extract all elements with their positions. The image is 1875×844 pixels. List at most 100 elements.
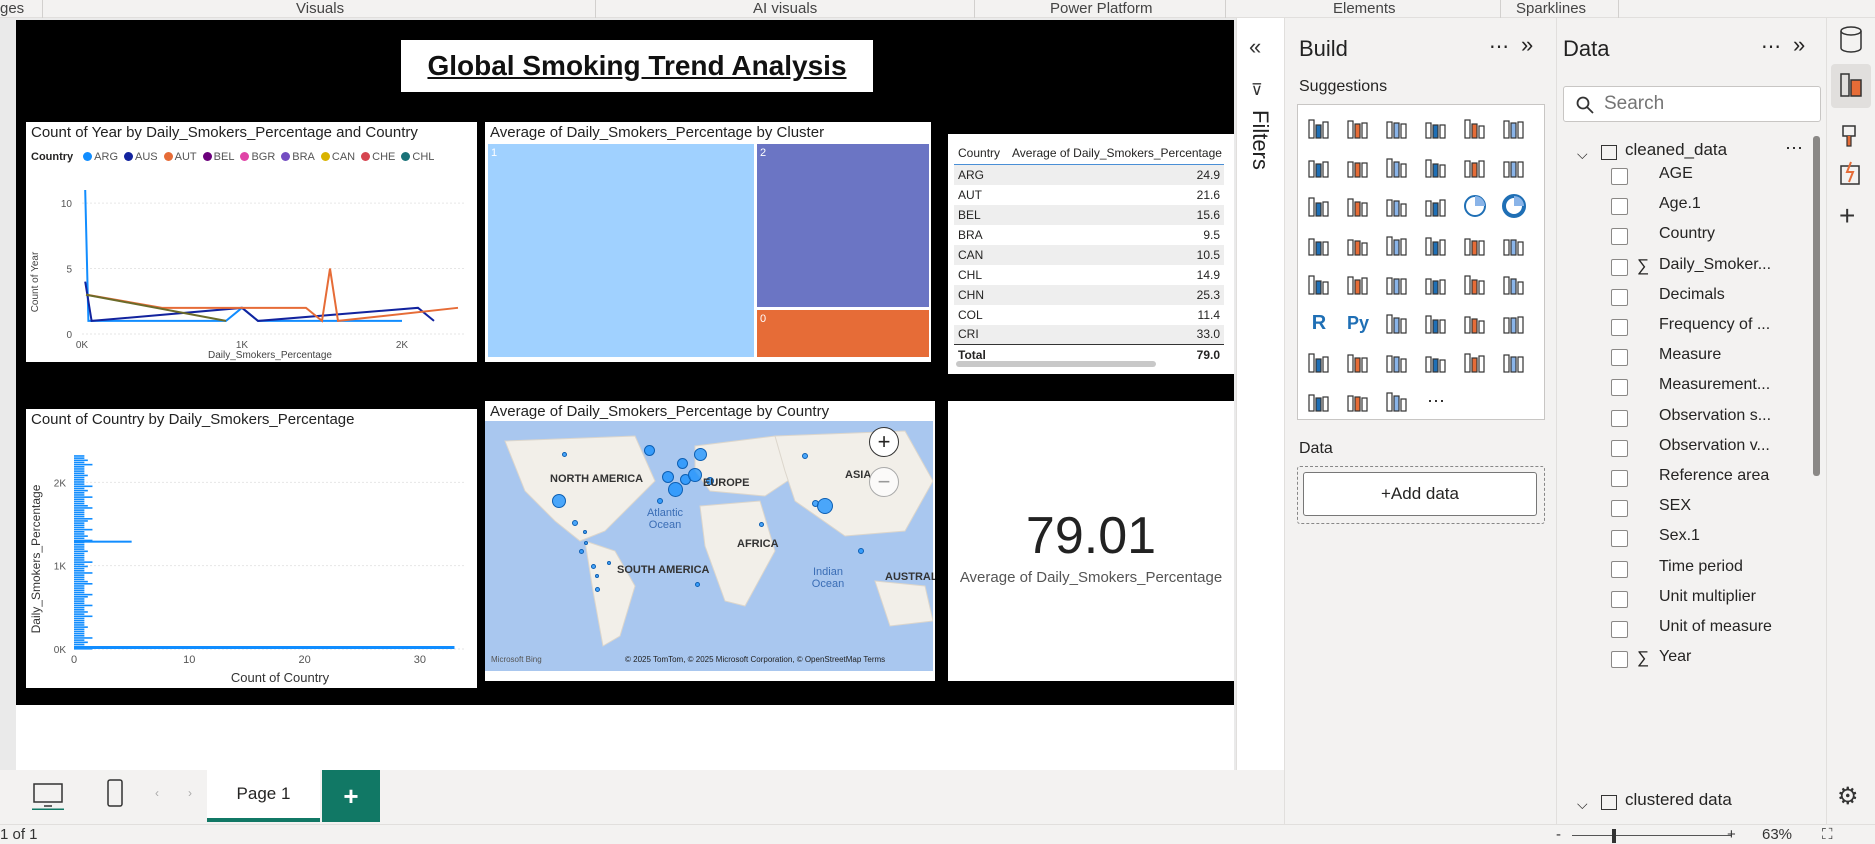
stacked-area-visual-icon[interactable] <box>1382 152 1412 182</box>
line-column-visual-icon[interactable] <box>1460 152 1490 182</box>
shape-map-visual-icon[interactable] <box>1421 230 1451 260</box>
map-bubble[interactable] <box>693 447 707 461</box>
more-b-visual-icon[interactable] <box>1499 347 1529 377</box>
search-input[interactable] <box>1604 92 1804 116</box>
desktop-layout-icon[interactable] <box>32 782 64 812</box>
python-visual-visual-icon[interactable]: Py <box>1343 308 1373 338</box>
decomposition-tree-visual-icon[interactable] <box>1421 308 1451 338</box>
area-visual-icon[interactable] <box>1343 152 1373 182</box>
table-horizontal-scrollbar[interactable] <box>956 361 1156 367</box>
r-visual-visual-icon[interactable]: R <box>1304 308 1334 338</box>
bar-chart-visual[interactable]: Count of Country by Daily_Smokers_Percen… <box>26 409 477 688</box>
zoom-in-status-icon[interactable]: + <box>1727 826 1736 843</box>
filled-map-visual-icon[interactable] <box>1382 230 1412 260</box>
table-row[interactable]: CHN 25.3 <box>954 284 1224 305</box>
table2-expand-icon[interactable]: ⌵ <box>1577 796 1588 813</box>
format-brush-icon[interactable] <box>1837 122 1865 150</box>
filters-pane-collapsed[interactable]: « ⊽ Filters <box>1236 18 1284 770</box>
filters-label[interactable]: Filters <box>1247 110 1273 170</box>
goals-visual-icon[interactable] <box>1304 347 1334 377</box>
key-influencers-visual-icon[interactable] <box>1382 308 1412 338</box>
table-visual-icon[interactable] <box>1460 269 1490 299</box>
add-page-button[interactable]: + <box>322 770 380 822</box>
stacked-bar-visual-icon[interactable] <box>1304 113 1334 143</box>
line-clustered-column-visual-icon[interactable] <box>1499 152 1529 182</box>
100-area-visual-icon[interactable] <box>1421 152 1451 182</box>
map-bubble[interactable] <box>583 530 587 534</box>
clustered-column-visual-icon[interactable] <box>1421 113 1451 143</box>
search-box[interactable] <box>1563 86 1821 122</box>
treemap-cell-0[interactable]: 0 <box>757 310 929 357</box>
build-collapse-icon[interactable]: » <box>1521 32 1533 58</box>
data-pane-toggle-icon[interactable] <box>1839 26 1863 54</box>
fit-to-page-icon[interactable]: ⛶ <box>1822 826 1833 843</box>
ribbon-group-ai-visuals[interactable]: AI visuals <box>753 0 817 18</box>
map-bubble[interactable] <box>590 563 596 569</box>
matrix-visual-icon[interactable] <box>1499 269 1529 299</box>
map-bubble[interactable] <box>676 457 688 469</box>
line-chart-visual[interactable]: Count of Year by Daily_Smokers_Percentag… <box>26 122 477 362</box>
field-checkbox[interactable] <box>1611 168 1628 185</box>
ribbon-group-sparklines[interactable]: Sparklines <box>1516 0 1586 18</box>
power-apps-visual-icon[interactable] <box>1382 347 1412 377</box>
map-canvas[interactable]: NORTH AMERICA EUROPE ASIA AFRICA SOUTH A… <box>485 421 935 671</box>
100-column-visual-icon[interactable] <box>1499 113 1529 143</box>
next-page-icon[interactable]: › <box>188 786 192 800</box>
zoom-out-status-icon[interactable]: - <box>1556 826 1561 843</box>
field-checkbox[interactable] <box>1611 198 1628 216</box>
field-checkbox[interactable] <box>1611 409 1628 427</box>
funnel-visual-icon[interactable] <box>1382 191 1412 221</box>
prev-page-icon[interactable]: ‹ <box>155 786 159 800</box>
custom-b-visual-icon[interactable] <box>1343 386 1373 416</box>
more-visuals-visual-icon[interactable]: ⋯ <box>1421 386 1451 416</box>
100-bar-visual-icon[interactable] <box>1460 113 1490 143</box>
field-checkbox[interactable] <box>1611 349 1628 367</box>
ribbon-group-elements[interactable]: Elements <box>1333 0 1396 18</box>
map-bubble[interactable] <box>572 520 578 526</box>
table-name-clustered-data[interactable]: clustered data <box>1625 790 1732 810</box>
table-row[interactable]: AUT 21.6 <box>954 185 1224 205</box>
map-bubble[interactable] <box>667 481 683 497</box>
table-header-average[interactable]: Average of Daily_Smokers_Percentage <box>1008 142 1224 165</box>
map-bubble[interactable] <box>561 451 567 457</box>
table-row[interactable]: ARG 24.9 <box>954 164 1224 185</box>
map-bubble[interactable] <box>552 494 566 508</box>
table-row[interactable]: CRI 33.0 <box>954 324 1224 345</box>
field-checkbox[interactable] <box>1611 530 1628 548</box>
map-bubble[interactable] <box>643 444 655 456</box>
ribbon-group-pages[interactable]: ges <box>0 0 24 18</box>
data-more-options-icon[interactable]: ⋯ <box>1761 34 1781 59</box>
table-header-country[interactable]: Country <box>954 142 1009 165</box>
scatter-visual-icon[interactable] <box>1421 191 1451 221</box>
field-checkbox[interactable] <box>1611 621 1628 638</box>
zoom-slider[interactable] <box>1572 835 1732 836</box>
map-bubble[interactable] <box>758 521 764 527</box>
mobile-layout-icon[interactable] <box>104 778 126 808</box>
zoom-slider-thumb[interactable] <box>1612 829 1616 843</box>
field-checkbox[interactable] <box>1611 258 1628 276</box>
map-bubble[interactable] <box>694 581 700 587</box>
card-visual-icon[interactable] <box>1304 269 1334 299</box>
azure-map-visual-icon[interactable] <box>1460 230 1490 260</box>
map-bubble[interactable] <box>858 548 864 554</box>
build-pane-toggle-icon[interactable] <box>1831 64 1871 108</box>
report-title[interactable]: Global Smoking Trend Analysis <box>401 40 873 92</box>
map-bubble[interactable] <box>688 468 702 482</box>
ribbon-group-visuals[interactable]: Visuals <box>296 0 344 18</box>
kpi-visual-icon[interactable] <box>1382 269 1412 299</box>
slicer-visual-icon[interactable] <box>1421 269 1451 299</box>
field-checkbox[interactable] <box>1611 319 1628 336</box>
custom-c-visual-icon[interactable] <box>1382 386 1412 416</box>
map-bubble[interactable] <box>802 453 808 459</box>
add-pane-icon[interactable]: + <box>1839 200 1855 232</box>
waterfall-visual-icon[interactable] <box>1343 191 1373 221</box>
field-checkbox[interactable] <box>1611 228 1628 246</box>
stacked-column-visual-icon[interactable] <box>1343 113 1373 143</box>
map-bubble[interactable] <box>662 471 674 483</box>
map-bubble[interactable] <box>607 561 611 565</box>
field-checkbox[interactable] <box>1611 288 1628 306</box>
map-bubble[interactable] <box>817 498 833 514</box>
treemap-visual-icon[interactable] <box>1304 230 1334 260</box>
field-checkbox[interactable] <box>1611 379 1628 397</box>
donut-visual-icon[interactable] <box>1499 191 1529 221</box>
